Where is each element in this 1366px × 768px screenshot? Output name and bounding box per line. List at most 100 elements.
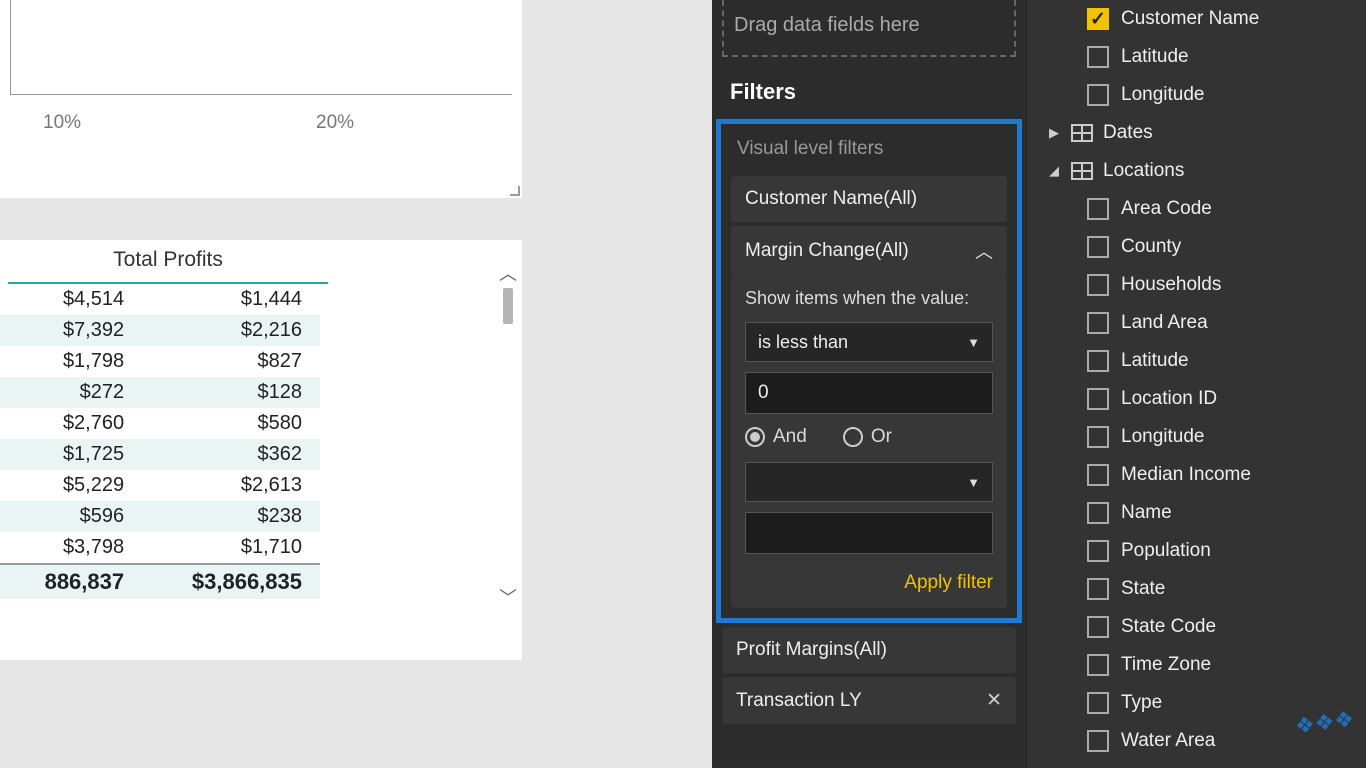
checkbox-icon[interactable] xyxy=(1087,540,1109,562)
field-label: Latitude xyxy=(1121,350,1189,372)
checkbox-icon[interactable] xyxy=(1087,236,1109,258)
checkbox-icon[interactable] xyxy=(1087,464,1109,486)
table-visual[interactable]: Total Profits $4,514$1,444$7,392$2,216$1… xyxy=(0,240,522,660)
condition-value-input-1[interactable] xyxy=(745,372,993,414)
condition-select-1[interactable]: is less than ▼ xyxy=(745,322,993,362)
field-name[interactable]: Name xyxy=(1027,494,1366,532)
table-node-locations[interactable]: ◢ Locations xyxy=(1027,152,1366,190)
cell: $4,514 xyxy=(0,284,142,315)
field-county[interactable]: County xyxy=(1027,228,1366,266)
checkbox-icon[interactable] xyxy=(1087,426,1109,448)
filter-card-profit-margins[interactable]: Profit Margins(All) xyxy=(722,627,1016,673)
filter-card-transaction-ly[interactable]: Transaction LY ✕ xyxy=(722,677,1016,724)
field-households[interactable]: Households xyxy=(1027,266,1366,304)
filter-card-label: Transaction LY xyxy=(736,690,862,712)
apply-filter-button[interactable]: Apply filter xyxy=(745,572,993,594)
field-label: Latitude xyxy=(1121,46,1189,68)
field-longitude[interactable]: Longitude xyxy=(1027,418,1366,456)
chart-plot-area: 10% 20% xyxy=(10,0,512,95)
filter-card-customer-name[interactable]: Customer Name(All) xyxy=(731,176,1007,222)
resize-handle-icon[interactable] xyxy=(506,182,520,196)
field-area-code[interactable]: Area Code xyxy=(1027,190,1366,228)
checkbox-icon[interactable] xyxy=(1087,388,1109,410)
cell: $3,866,835 xyxy=(142,564,320,599)
scroll-thumb[interactable] xyxy=(503,288,513,324)
radio-label: Or xyxy=(871,426,892,448)
table-row[interactable]: $1,798$827 xyxy=(0,346,320,377)
table-row[interactable]: $5,229$2,613 xyxy=(0,470,320,501)
axis-tick: 20% xyxy=(316,112,354,134)
field-land-area[interactable]: Land Area xyxy=(1027,304,1366,342)
checkbox-icon[interactable] xyxy=(1087,654,1109,676)
table-row[interactable]: $272$128 xyxy=(0,377,320,408)
expand-collapse-icon[interactable]: ◢ xyxy=(1049,163,1061,179)
field-time-zone[interactable]: Time Zone xyxy=(1027,646,1366,684)
scrollbar[interactable]: ︿ ﹀ xyxy=(498,260,518,620)
cell: $272 xyxy=(0,377,142,408)
logic-operator-row: And Or xyxy=(745,426,993,448)
table-row[interactable]: $3,798$1,710 xyxy=(0,532,320,564)
checkbox-icon[interactable] xyxy=(1087,84,1109,106)
scroll-down-icon[interactable]: ﹀ xyxy=(498,584,518,604)
field-state-code[interactable]: State Code xyxy=(1027,608,1366,646)
filter-card-margin-change[interactable]: Margin Change(All) ︿ xyxy=(731,226,1007,276)
cell: $1,725 xyxy=(0,439,142,470)
field-label: Name xyxy=(1121,502,1172,524)
logic-and-radio[interactable]: And xyxy=(745,426,807,448)
checkbox-icon[interactable] xyxy=(1087,502,1109,524)
checkbox-icon[interactable] xyxy=(1087,350,1109,372)
checkbox-icon[interactable] xyxy=(1087,578,1109,600)
checkbox-icon[interactable] xyxy=(1087,692,1109,714)
field-label: Time Zone xyxy=(1121,654,1211,676)
filters-section-title: Filters xyxy=(712,65,1026,119)
radio-icon xyxy=(745,427,765,447)
filter-card-label: Margin Change(All) xyxy=(745,240,909,262)
dropdown-triangle-icon: ▼ xyxy=(967,335,980,350)
dropdown-triangle-icon: ▼ xyxy=(967,475,980,490)
data-table: $4,514$1,444$7,392$2,216$1,798$827$272$1… xyxy=(0,284,320,599)
table-row[interactable]: $1,725$362 xyxy=(0,439,320,470)
field-population[interactable]: Population xyxy=(1027,532,1366,570)
checkbox-icon[interactable] xyxy=(1087,730,1109,752)
field-label: State Code xyxy=(1121,616,1216,638)
cell: $827 xyxy=(142,346,320,377)
expand-collapse-icon[interactable]: ▶ xyxy=(1049,125,1061,141)
scroll-up-icon[interactable]: ︿ xyxy=(498,260,518,280)
table-total-row: 886,837$3,866,835 xyxy=(0,564,320,599)
visual-level-filters-group: Visual level filters Customer Name(All) … xyxy=(716,119,1022,623)
checkbox-icon[interactable] xyxy=(1087,46,1109,68)
field-median-income[interactable]: Median Income xyxy=(1027,456,1366,494)
table-node-label: Locations xyxy=(1103,160,1184,182)
field-drop-zone[interactable]: Drag data fields here xyxy=(722,0,1016,57)
table-row[interactable]: $4,514$1,444 xyxy=(0,284,320,315)
show-items-label: Show items when the value: xyxy=(745,286,993,310)
field-latitude[interactable]: Latitude xyxy=(1027,342,1366,380)
chart-visual[interactable]: 10% 20% xyxy=(0,0,522,198)
checkbox-icon[interactable] xyxy=(1087,198,1109,220)
report-canvas: 10% 20% Total Profits $4,514$1,444$7,392… xyxy=(0,0,712,768)
condition-value-input-2[interactable] xyxy=(745,512,993,554)
checkbox-checked-icon[interactable]: ✓ xyxy=(1087,8,1109,30)
checkbox-icon[interactable] xyxy=(1087,616,1109,638)
field-state[interactable]: State xyxy=(1027,570,1366,608)
table-node-dates[interactable]: ▶ Dates xyxy=(1027,114,1366,152)
cell: 886,837 xyxy=(0,564,142,599)
field-label: Households xyxy=(1121,274,1221,296)
logic-or-radio[interactable]: Or xyxy=(843,426,892,448)
field-label: Population xyxy=(1121,540,1211,562)
field-label: Land Area xyxy=(1121,312,1208,334)
table-row[interactable]: $7,392$2,216 xyxy=(0,315,320,346)
radio-label: And xyxy=(773,426,807,448)
field-longitude[interactable]: Longitude xyxy=(1027,76,1366,114)
table-row[interactable]: $596$238 xyxy=(0,501,320,532)
table-row[interactable]: $2,760$580 xyxy=(0,408,320,439)
chevron-up-icon[interactable]: ︿ xyxy=(975,238,993,264)
field-location-id[interactable]: Location ID xyxy=(1027,380,1366,418)
field-latitude[interactable]: Latitude xyxy=(1027,38,1366,76)
field-customer-name[interactable]: ✓ Customer Name xyxy=(1027,0,1366,38)
checkbox-icon[interactable] xyxy=(1087,312,1109,334)
checkbox-icon[interactable] xyxy=(1087,274,1109,296)
condition-select-2[interactable]: ▼ xyxy=(745,462,993,502)
table-column-header[interactable]: Total Profits xyxy=(8,240,328,284)
close-icon[interactable]: ✕ xyxy=(986,689,1002,712)
